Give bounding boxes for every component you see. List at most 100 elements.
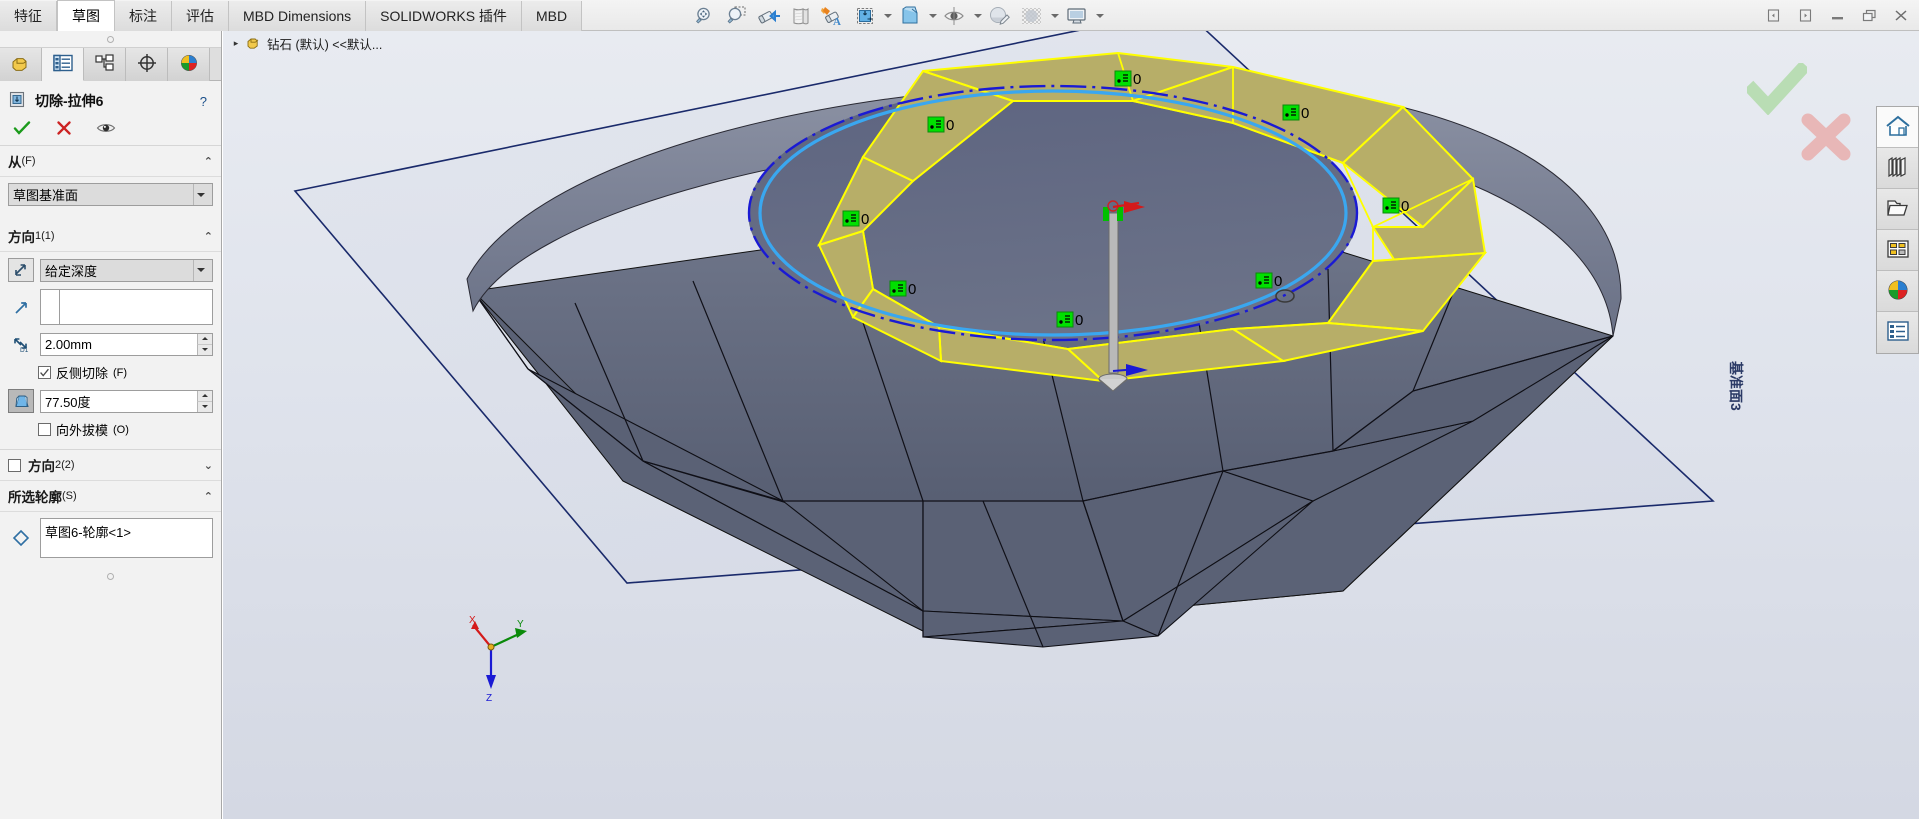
ribbon-tab-6[interactable]: SOLIDWORKS 插件 [366,1,522,31]
detailed-preview-button[interactable] [96,119,116,137]
eye-icon[interactable] [940,2,970,30]
apply-scene-icon[interactable] [1017,2,1047,30]
panel-resize-handle[interactable] [8,565,213,580]
cancel-button[interactable] [54,119,74,137]
confirm-corner-ok-icon[interactable] [1743,60,1811,118]
view-toolbar: A [690,0,1105,31]
feature-tree-flyout[interactable]: ▸ 钻石 (默认) <<默认... [231,34,383,53]
part-icon [246,35,262,53]
ribbon-tab-1[interactable]: 特征 [0,1,57,31]
configuration-manager-tab[interactable] [84,48,126,81]
chevron-down-icon[interactable] [193,184,208,205]
flip-side-cut-label: 反侧切除 [56,366,109,381]
selected-contours-listbox[interactable]: 草图6-轮廓<1> [40,518,213,558]
eye-dropdown-caret[interactable] [972,2,983,30]
view-orientation-icon[interactable]: A [818,2,848,30]
restore-left-icon[interactable] [1759,3,1787,29]
chevron-up-icon[interactable]: ⌃ [204,155,213,168]
panel-splitter[interactable] [0,31,221,48]
feature-manager-tab[interactable] [0,48,42,81]
resize-dot[interactable] [107,573,114,580]
custom-properties-button[interactable] [1877,312,1918,353]
view-palette-button[interactable] [1877,230,1918,271]
display-manager-tab[interactable] [168,48,210,81]
draft-angle-input[interactable]: 77.50度 [40,389,213,413]
display-style-icon[interactable] [850,2,880,30]
property-manager-tab[interactable] [42,48,84,81]
stepper-up[interactable] [197,390,212,402]
ribbon-tab-2[interactable]: 草图 [57,0,115,31]
chevron-up-icon[interactable]: ⌃ [204,490,213,503]
ribbon-tab-7[interactable]: MBD [521,1,583,31]
draft-angle-stepper[interactable] [197,390,212,412]
model-viewport[interactable]: 0 0 0 0 0 0 0 0 基准面3 X Y Z [223,31,1919,819]
zoom-to-fit-icon[interactable] [690,2,720,30]
svg-text:Z: Z [486,693,492,704]
color-sphere-icon [178,53,200,76]
dimxpert-manager-tab[interactable] [126,48,168,81]
ribbon-tab-3[interactable]: 标注 [115,1,172,31]
close-icon[interactable] [1887,3,1915,29]
reverse-direction-button[interactable] [8,258,34,282]
section-header-selected-contours[interactable]: 所选轮廓 (S) ⌃ [0,481,221,512]
help-icon[interactable]: ? [200,94,213,109]
minimize-icon[interactable] [1823,3,1851,29]
zoom-to-area-icon[interactable] [722,2,752,30]
section-header-direction2[interactable]: 方向 2(2) ⌄ [0,449,221,481]
scene-dropdown-caret[interactable] [1049,2,1060,30]
section-title-direction1: 方向 [8,230,35,245]
flip-side-cut-row[interactable]: 反侧切除 (F) [38,363,213,382]
edit-appearance-icon[interactable] [985,2,1015,30]
section-view-icon[interactable] [786,2,816,30]
draft-outward-label: 向外拔模 [56,423,109,438]
end-condition-combo[interactable]: 给定深度 [40,258,213,282]
section-title-from: 从 [8,155,22,170]
accept-button[interactable] [12,119,32,137]
chevron-down-icon[interactable] [193,259,208,281]
draft-outward-row[interactable]: 向外拔模 (O) [38,420,213,439]
svg-text:D1: D1 [20,347,29,353]
home-button[interactable] [1877,107,1918,148]
splitter-handle[interactable] [107,35,114,43]
hide-show-dropdown-caret[interactable] [927,2,938,30]
chevron-up-icon[interactable]: ⌃ [204,230,213,243]
appearances-scenes-button[interactable] [1877,271,1918,312]
contour-diamond-icon [8,518,34,558]
section-header-direction1[interactable]: 方向 1(1) ⌃ [0,221,221,252]
direction-reference-selectbox[interactable] [40,289,213,325]
start-condition-value: 草图基准面 [13,188,79,203]
svg-text:0: 0 [1301,105,1309,122]
hide-show-items-icon[interactable] [895,2,925,30]
chevron-down-icon[interactable]: ⌄ [204,459,213,472]
previous-view-icon[interactable] [754,2,784,30]
stepper-down[interactable] [197,344,212,355]
direction2-enable-checkbox[interactable] [8,458,21,472]
draft-outward-checkbox[interactable] [38,423,51,436]
start-condition-combo[interactable]: 草图基准面 [8,183,213,206]
view-settings-icon[interactable] [1062,2,1092,30]
flip-side-cut-checkbox[interactable] [38,366,51,379]
file-explorer-button[interactable] [1877,189,1918,230]
draft-on-off-button[interactable] [8,389,34,413]
property-manager-actions [0,116,221,146]
graphics-area[interactable]: ▸ 钻石 (默认) <<默认... 0 0 0 0 0 0 0 0 基准面3 X… [223,31,1919,819]
section-title-direction2-suffix: 2(2) [55,459,75,471]
depth-stepper[interactable] [197,333,212,355]
section-header-from[interactable]: 从 (F) ⌃ [0,146,221,177]
library-button[interactable] [1877,148,1918,189]
ribbon-tab-5[interactable]: MBD Dimensions [229,1,367,31]
depth-input[interactable]: 2.00mm [40,332,213,356]
file-explorer-icon [1885,196,1911,223]
stepper-up[interactable] [197,333,212,345]
confirm-corner-cancel-icon[interactable] [1799,111,1853,166]
restore-right-icon[interactable] [1791,3,1819,29]
config-tree-icon [94,53,116,76]
svg-text:0: 0 [1401,198,1409,215]
display-style-dropdown-caret[interactable] [882,2,893,30]
expand-arrow-icon[interactable]: ▸ [231,38,241,49]
custom-properties-icon [1885,319,1911,346]
stepper-down[interactable] [197,401,212,412]
restore-icon[interactable] [1855,3,1883,29]
view-settings-dropdown-caret[interactable] [1094,2,1105,30]
ribbon-tab-4[interactable]: 评估 [172,1,229,31]
